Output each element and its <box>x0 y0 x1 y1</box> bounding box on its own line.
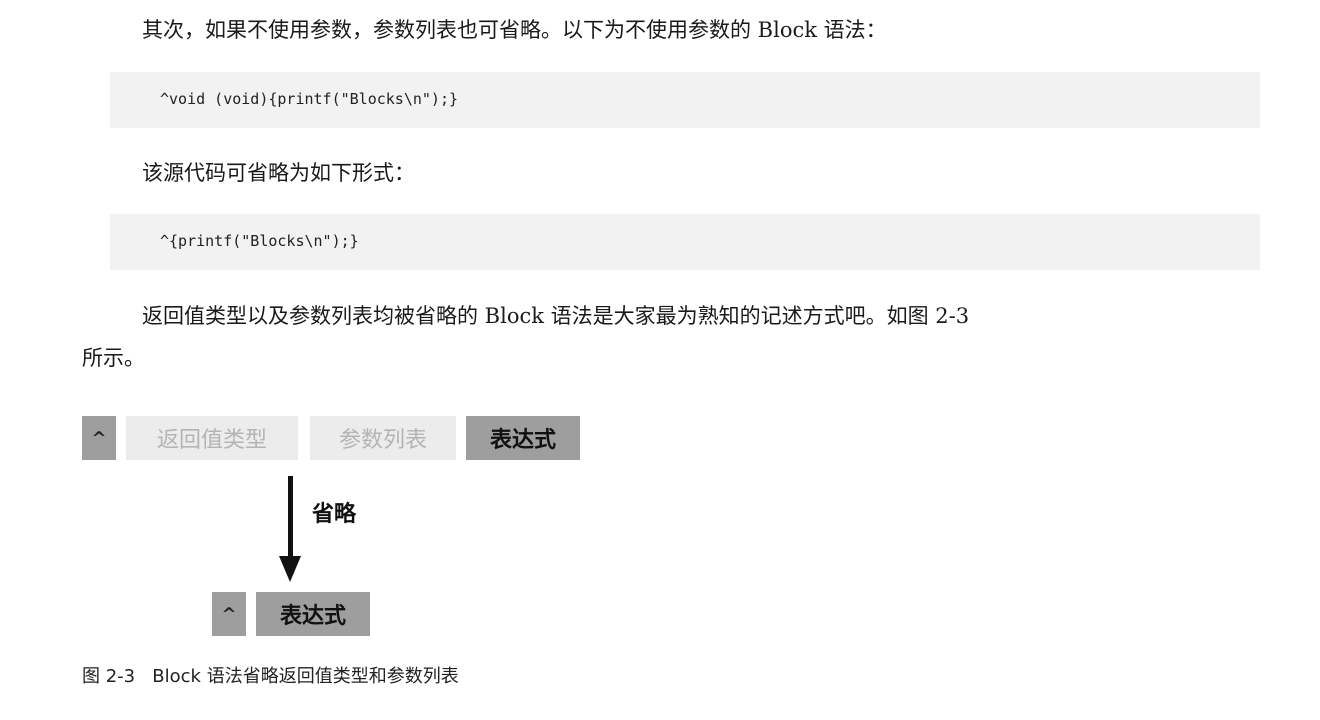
figure-short-caret-box: ^ <box>212 592 246 636</box>
paragraph-intro: 其次，如果不使用参数，参数列表也可省略。以下为不使用参数的 Block 语法： <box>142 18 887 42</box>
caret-symbol: ^ <box>91 427 107 449</box>
down-arrow-icon <box>288 476 293 560</box>
figure-return-type-box: 返回值类型 <box>126 416 298 460</box>
code-snippet-full: ^void (void){printf("Blocks\n");} <box>160 90 459 108</box>
caret-symbol: ^ <box>221 603 237 625</box>
arrow-head-icon <box>279 556 301 582</box>
code-snippet-short: ^{printf("Blocks\n");} <box>160 232 359 250</box>
arrow-label: 省略 <box>312 502 357 527</box>
paragraph-explanation: 返回值类型以及参数列表均被省略的 Block 语法是大家最为熟知的记述方式吧。如… <box>142 304 970 328</box>
paragraph-omit-form: 该源代码可省略为如下形式： <box>142 161 415 185</box>
figure-caret-box: ^ <box>82 416 116 460</box>
figure-caption: 图 2-3 Block 语法省略返回值类型和参数列表 <box>82 666 459 687</box>
paragraph-explanation-continued: 所示。 <box>82 346 145 370</box>
figure-short-expression-box: 表达式 <box>256 592 370 636</box>
figure-param-list-box: 参数列表 <box>310 416 456 460</box>
figure-expression-box: 表达式 <box>466 416 580 460</box>
